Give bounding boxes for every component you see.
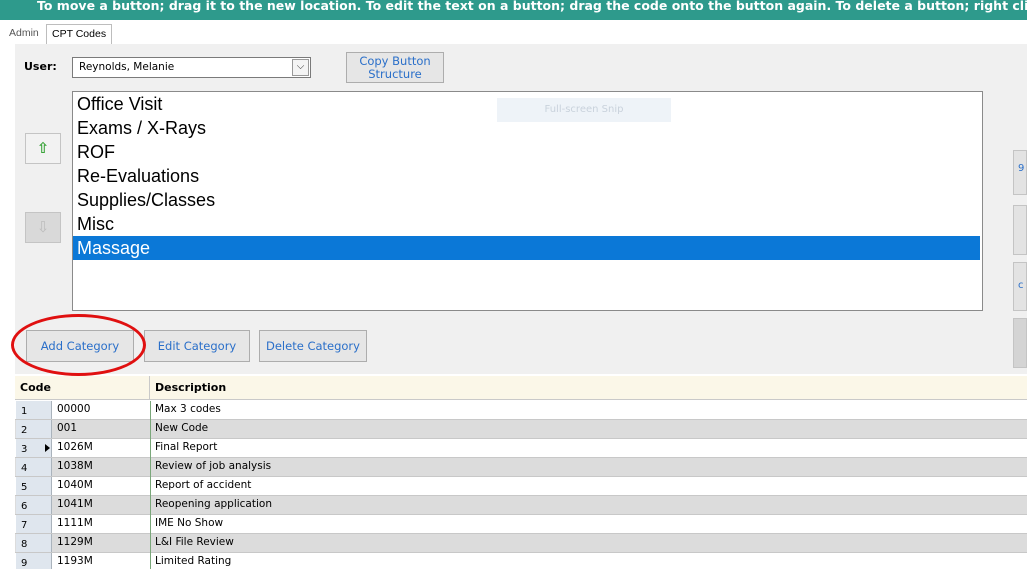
cpt-code-grid[interactable]: Code Description 1 00000 Max 3 codes 2 0… (15, 376, 1027, 569)
move-up-button[interactable]: ⇧ (25, 133, 61, 164)
side-button-3[interactable]: c (1013, 262, 1027, 311)
row-number: 7 (16, 515, 52, 533)
table-row[interactable]: 9 1193M Limited Rating (15, 553, 1027, 569)
table-row[interactable]: 8 1129M L&I File Review (15, 534, 1027, 553)
user-label: User: (24, 60, 57, 73)
arrow-up-icon: ⇧ (36, 139, 50, 157)
description-cell: Review of job analysis (155, 460, 272, 472)
column-header-code[interactable]: Code (15, 376, 150, 400)
row-number: 9 (16, 553, 52, 569)
snip-overlay: Full-screen Snip (497, 98, 671, 122)
code-cell: 1129M (57, 534, 151, 553)
code-cell: 1026M (57, 439, 151, 458)
delete-category-button[interactable]: Delete Category (259, 330, 367, 362)
code-cell: 1038M (57, 458, 151, 477)
code-cell: 1111M (57, 515, 151, 534)
row-number: 1 (16, 401, 52, 419)
copy-button-label-line2: Structure (368, 67, 422, 81)
code-cell: 00000 (57, 401, 151, 420)
description-cell: Final Report (155, 441, 218, 453)
side-button-1[interactable]: 9 (1013, 150, 1027, 195)
row-number: 6 (16, 496, 52, 514)
row-number: 2 (16, 420, 52, 438)
side-button-2[interactable] (1013, 205, 1027, 255)
table-row[interactable]: 5 1040M Report of accident (15, 477, 1027, 496)
description-cell: Report of accident (155, 479, 252, 491)
highlight-circle (11, 314, 146, 376)
side-button-4[interactable] (1013, 318, 1027, 368)
instruction-banner: To move a button; drag it to the new loc… (0, 0, 1027, 20)
table-row[interactable]: 4 1038M Review of job analysis (15, 458, 1027, 477)
column-header-description[interactable]: Description (150, 376, 1027, 400)
description-cell: Max 3 codes (155, 403, 221, 415)
row-number: 8 (16, 534, 52, 552)
tab-bar: Admin CPT Codes (0, 24, 1027, 44)
edit-category-button[interactable]: Edit Category (144, 330, 250, 362)
arrow-down-icon: ⇩ (36, 218, 50, 236)
description-cell: Reopening application (155, 498, 272, 510)
row-number: 5 (16, 477, 52, 495)
table-row[interactable]: 2 001 New Code (15, 420, 1027, 439)
move-down-button[interactable]: ⇩ (25, 212, 61, 243)
list-item[interactable]: Misc (73, 212, 982, 236)
list-item[interactable]: ROF (73, 140, 982, 164)
description-cell: Limited Rating (155, 555, 232, 567)
row-number-text: 3 (21, 444, 28, 455)
code-cell: 1040M (57, 477, 151, 496)
code-cell: 1041M (57, 496, 151, 515)
row-number: 3 (16, 439, 52, 457)
tab-cpt-codes-label: CPT Codes (52, 28, 107, 40)
chevron-down-icon[interactable]: ⌵ (292, 59, 309, 76)
description-cell: New Code (155, 422, 209, 434)
table-row[interactable]: 1 00000 Max 3 codes (15, 401, 1027, 420)
table-row[interactable]: 7 1111M IME No Show (15, 515, 1027, 534)
current-row-icon (45, 444, 50, 452)
description-cell: L&I File Review (155, 536, 234, 548)
description-cell: IME No Show (155, 517, 224, 529)
list-item-selected[interactable]: Massage (73, 236, 980, 260)
list-item[interactable]: Re-Evaluations (73, 164, 982, 188)
user-select[interactable]: Reynolds, Melanie ⌵ (72, 57, 311, 78)
category-list[interactable]: Office Visit Exams / X-Rays ROF Re-Evalu… (72, 91, 983, 311)
grid-header: Code Description (15, 376, 1027, 400)
tab-cpt-codes[interactable]: CPT Codes (46, 24, 113, 44)
instruction-text: To move a button; drag it to the new loc… (37, 0, 1027, 13)
tab-admin[interactable]: Admin (4, 24, 44, 44)
tab-admin-label: Admin (9, 27, 39, 39)
table-row-current[interactable]: 3 1026M Final Report (15, 439, 1027, 458)
copy-button-structure-button[interactable]: Copy Button Structure (346, 52, 444, 83)
row-number: 4 (16, 458, 52, 476)
table-row[interactable]: 6 1041M Reopening application (15, 496, 1027, 515)
user-select-value: Reynolds, Melanie (79, 61, 175, 73)
code-cell: 1193M (57, 553, 151, 569)
code-cell: 001 (57, 420, 151, 439)
list-item[interactable]: Supplies/Classes (73, 188, 982, 212)
